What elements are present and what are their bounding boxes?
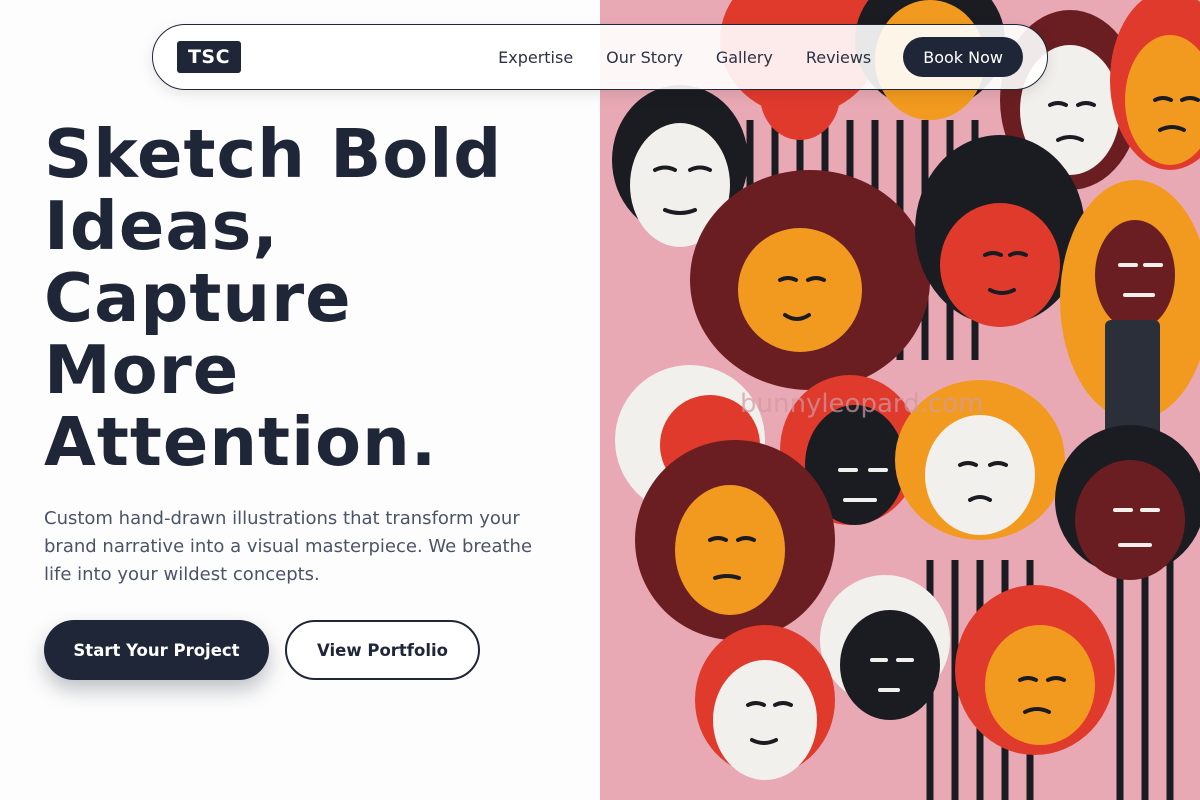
book-now-button[interactable]: Book Now xyxy=(903,37,1023,77)
view-portfolio-button[interactable]: View Portfolio xyxy=(285,620,480,680)
image-watermark: bunnyleopard.com xyxy=(740,389,983,419)
hero-subtext: Custom hand-drawn illustrations that tra… xyxy=(44,508,533,585)
headline-line: Attention. xyxy=(44,403,438,481)
top-navbar: TSC Expertise Our Story Gallery Reviews … xyxy=(152,24,1048,90)
headline-line: Ideas, xyxy=(44,187,279,265)
nav-link-gallery[interactable]: Gallery xyxy=(716,48,773,67)
headline-line: Capture xyxy=(44,259,352,337)
brand-logo[interactable]: TSC xyxy=(177,41,241,73)
nav-link-reviews[interactable]: Reviews xyxy=(806,48,871,67)
hero-mural-image: bunnyleopard.com xyxy=(600,0,1200,800)
hero-headline: Sketch Bold Ideas, Capture More Attentio… xyxy=(44,118,584,478)
headline-line: Sketch Bold xyxy=(44,115,503,193)
nav-links: Expertise Our Story Gallery Reviews Book… xyxy=(498,37,1023,77)
start-project-button[interactable]: Start Your Project xyxy=(44,620,269,680)
nav-link-expertise[interactable]: Expertise xyxy=(498,48,573,67)
headline-line: More xyxy=(44,331,240,409)
nav-link-our-story[interactable]: Our Story xyxy=(606,48,683,67)
